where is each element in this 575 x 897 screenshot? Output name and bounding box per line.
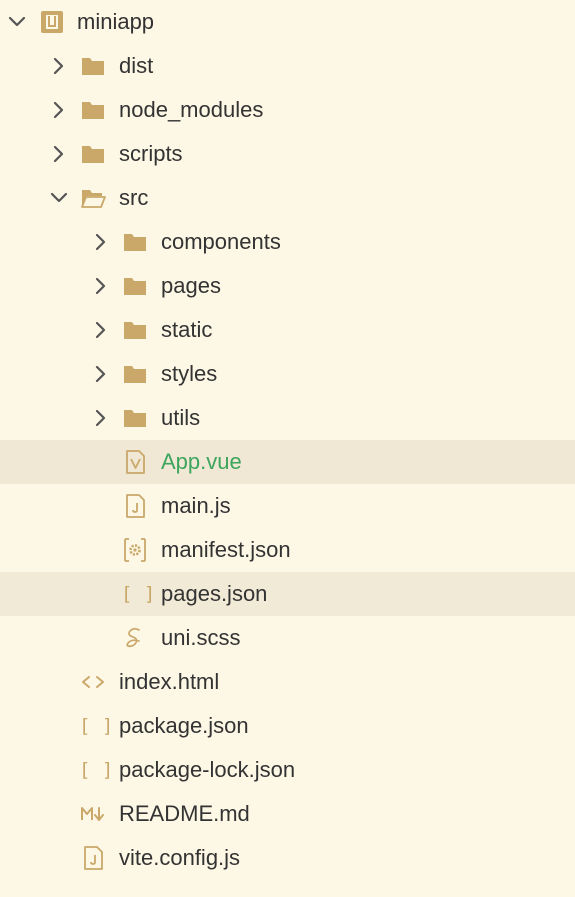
tree-item-app-vue[interactable]: App.vue xyxy=(0,440,575,484)
tree-item-label: package-lock.json xyxy=(119,757,296,782)
tree-item-label: vite.config.js xyxy=(119,845,241,870)
folder-icon xyxy=(122,317,148,343)
json-file-icon: [ ] xyxy=(121,583,156,605)
json-file-icon: [ ] xyxy=(79,759,114,781)
tree-item-label: pages.json xyxy=(161,581,268,606)
folder-icon xyxy=(122,229,148,255)
js-file-icon xyxy=(122,493,148,519)
folder-icon xyxy=(80,53,106,79)
tree-item-scripts[interactable]: scripts xyxy=(0,132,575,176)
tree-item-label: README.md xyxy=(119,801,250,826)
tree-item-label: scripts xyxy=(119,141,183,166)
tree-item-package-lock-json[interactable]: [ ] package-lock.json xyxy=(0,748,575,792)
tree-item-label: miniapp xyxy=(77,9,155,34)
tree-item-manifest-json[interactable]: manifest.json xyxy=(0,528,575,572)
tree-item-label: index.html xyxy=(119,669,220,694)
tree-item-utils[interactable]: utils xyxy=(0,396,575,440)
tree-item-miniapp[interactable]: miniapp xyxy=(0,0,575,44)
chevron-right-icon[interactable] xyxy=(48,143,70,165)
folder-icon xyxy=(80,141,106,167)
folder-icon xyxy=(122,273,148,299)
tree-item-label: node_modules xyxy=(119,97,264,122)
tree-item-static[interactable]: static xyxy=(0,308,575,352)
folder-icon xyxy=(80,97,106,123)
chevron-right-icon[interactable] xyxy=(90,275,112,297)
tree-item-node-modules[interactable]: node_modules xyxy=(0,88,575,132)
tree-item-label: manifest.json xyxy=(161,537,291,562)
chevron-right-icon[interactable] xyxy=(90,363,112,385)
tree-item-label: static xyxy=(161,317,213,342)
tree-item-pages-json[interactable]: [ ] pages.json xyxy=(0,572,575,616)
chevron-down-icon[interactable] xyxy=(48,187,70,209)
tree-item-label: styles xyxy=(161,361,218,386)
tree-item-src[interactable]: src xyxy=(0,176,575,220)
chevron-right-icon[interactable] xyxy=(90,231,112,253)
file-explorer-tree: miniapp dist node_modules scripts src co… xyxy=(0,0,575,897)
js-file-icon xyxy=(80,845,106,871)
tree-item-label: src xyxy=(119,185,149,210)
tree-item-label: components xyxy=(161,229,281,254)
tree-item-label: App.vue xyxy=(161,449,242,474)
tree-item-styles[interactable]: styles xyxy=(0,352,575,396)
sass-file-icon xyxy=(122,625,148,651)
chevron-down-icon[interactable] xyxy=(6,11,28,33)
tree-item-label: utils xyxy=(161,405,201,430)
chevron-right-icon[interactable] xyxy=(48,99,70,121)
folder-icon xyxy=(122,361,148,387)
folder-open-icon xyxy=(80,185,106,211)
tree-item-label: package.json xyxy=(119,713,249,738)
tree-item-main-js[interactable]: main.js xyxy=(0,484,575,528)
tree-item-index-html[interactable]: index.html xyxy=(0,660,575,704)
chevron-right-icon[interactable] xyxy=(90,319,112,341)
tree-item-uni-scss[interactable]: uni.scss xyxy=(0,616,575,660)
tree-item-vite-config-js[interactable]: vite.config.js xyxy=(0,836,575,880)
tree-item-package-json[interactable]: [ ] package.json xyxy=(0,704,575,748)
tree-item-components[interactable]: components xyxy=(0,220,575,264)
tree-item-label: main.js xyxy=(161,493,231,518)
tree-item-dist[interactable]: dist xyxy=(0,44,575,88)
tree-item-label: pages xyxy=(161,273,221,298)
tree-item-readme-md[interactable]: README.md xyxy=(0,792,575,836)
project-icon xyxy=(39,9,65,35)
chevron-right-icon[interactable] xyxy=(48,55,70,77)
markdown-file-icon xyxy=(80,801,106,827)
vue-file-icon xyxy=(122,449,148,475)
folder-icon xyxy=(122,405,148,431)
chevron-right-icon[interactable] xyxy=(90,407,112,429)
tree-item-label: uni.scss xyxy=(161,625,241,650)
settings-file-icon xyxy=(122,537,148,563)
json-file-icon: [ ] xyxy=(79,715,114,737)
html-file-icon xyxy=(80,669,106,695)
tree-item-label: dist xyxy=(119,53,154,78)
tree-item-pages[interactable]: pages xyxy=(0,264,575,308)
